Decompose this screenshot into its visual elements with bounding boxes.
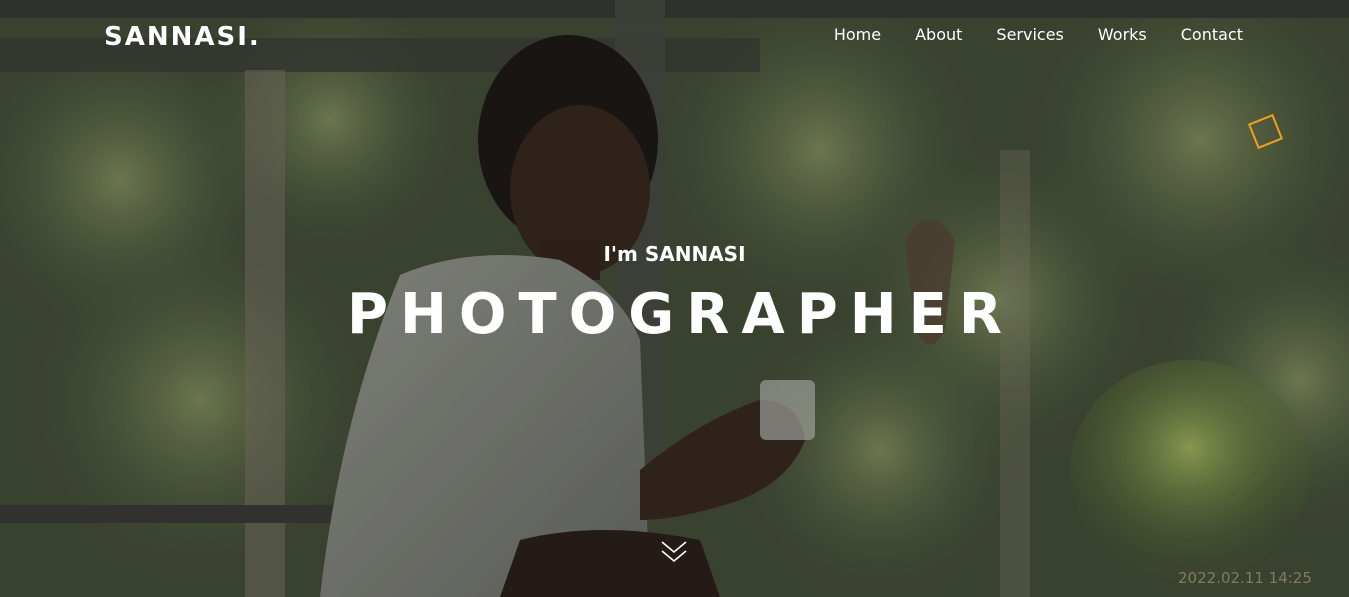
- top-navbar: SANNASI. Home About Services Works Conta…: [0, 0, 1349, 72]
- nav-link-services[interactable]: Services: [996, 24, 1063, 46]
- double-chevron-down-icon: [661, 541, 687, 563]
- hero-section: SANNASI. Home About Services Works Conta…: [0, 0, 1349, 597]
- hero-headline: PHOTOGRAPHER: [346, 282, 1015, 347]
- nav-link-contact[interactable]: Contact: [1181, 24, 1243, 46]
- nav-link-about[interactable]: About: [915, 24, 962, 46]
- photo-timestamp: 2022.02.11 14:25: [1178, 569, 1312, 587]
- site-logo[interactable]: SANNASI.: [104, 20, 261, 54]
- hero-intro-text: I'm SANNASI: [603, 242, 746, 266]
- nav-menu: Home About Services Works Contact: [800, 24, 1243, 46]
- nav-link-works[interactable]: Works: [1098, 24, 1147, 46]
- nav-link-home[interactable]: Home: [834, 24, 881, 46]
- scroll-down-button[interactable]: [659, 538, 689, 566]
